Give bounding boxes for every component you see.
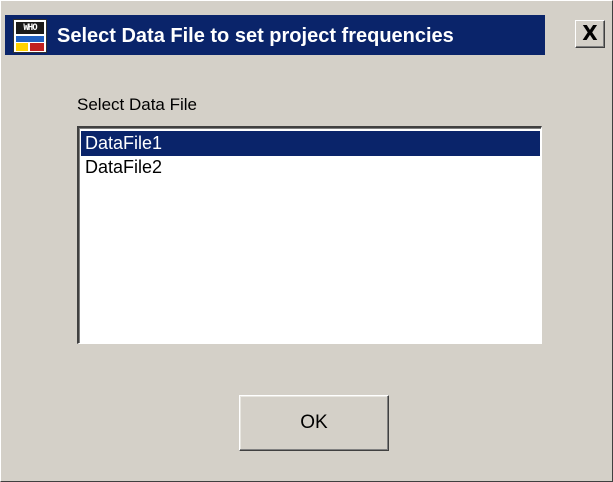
data-file-listbox[interactable]: DataFile1 DataFile2 bbox=[77, 126, 542, 344]
app-icon-bar bbox=[16, 36, 44, 42]
window-title: Select Data File to set project frequenc… bbox=[57, 25, 454, 47]
dialog-body: Select Data File DataFile1 DataFile2 OK bbox=[5, 55, 608, 479]
select-data-file-label: Select Data File bbox=[77, 95, 197, 114]
app-icon-label: WHO bbox=[16, 22, 44, 34]
ok-button[interactable]: OK bbox=[239, 395, 389, 451]
list-item-datafile2[interactable]: DataFile2 bbox=[81, 155, 540, 180]
dialog-window: WHO Select Data File to set project freq… bbox=[0, 0, 613, 482]
close-icon: X bbox=[582, 21, 598, 45]
list-item-datafile1[interactable]: DataFile1 bbox=[81, 131, 540, 156]
app-icon-block-red bbox=[30, 43, 44, 51]
title-bar[interactable]: WHO Select Data File to set project freq… bbox=[5, 5, 608, 55]
app-icon-block-yellow bbox=[16, 43, 28, 51]
close-button[interactable]: X bbox=[575, 20, 605, 48]
app-icon[interactable]: WHO bbox=[13, 19, 47, 53]
